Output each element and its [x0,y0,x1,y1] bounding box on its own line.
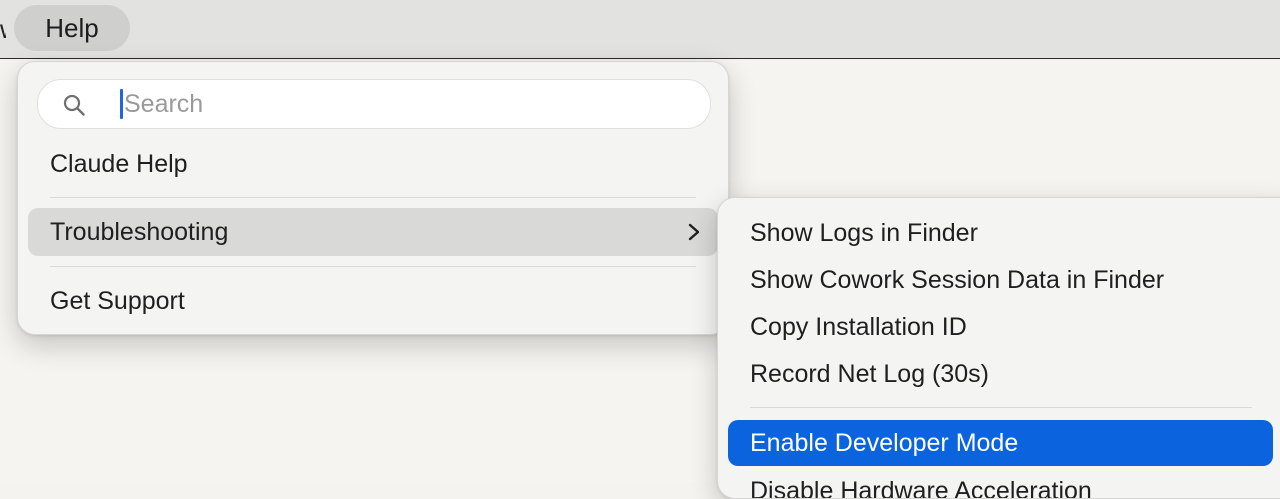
submenu-item-enable-developer-mode[interactable]: Enable Developer Mode [728,420,1273,466]
menu-bar-help[interactable]: Help [14,5,130,51]
submenu-separator [750,407,1252,408]
chevron-right-icon [684,222,704,242]
menu-item-get-support[interactable]: Get Support [28,277,718,325]
submenu-item-record-net-log[interactable]: Record Net Log (30s) [728,351,1273,397]
menu-search-input[interactable] [124,84,684,124]
menu-bar-item-partial[interactable]: w [0,14,6,45]
submenu-item-show-logs[interactable]: Show Logs in Finder [728,210,1273,256]
submenu-item-label: Enable Developer Mode [750,429,1018,458]
submenu-item-label: Record Net Log (30s) [750,360,989,389]
submenu-item-label: Disable Hardware Acceleration [750,477,1092,499]
submenu-item-disable-hardware-acceleration[interactable]: Disable Hardware Acceleration [728,468,1273,499]
search-icon [62,93,86,117]
menu-item-label: Claude Help [50,150,188,179]
menu-search-box[interactable] [37,79,711,129]
submenu-item-label: Show Cowork Session Data in Finder [750,266,1164,295]
text-caret [120,89,123,119]
menu-separator [50,197,696,198]
submenu-item-label: Copy Installation ID [750,313,967,342]
submenu-item-label: Show Logs in Finder [750,219,978,248]
menu-bar: w Help [0,0,1280,59]
submenu-item-copy-installation-id[interactable]: Copy Installation ID [728,304,1273,350]
menu-item-label: Get Support [50,287,185,316]
troubleshooting-submenu: Show Logs in Finder Show Cowork Session … [717,197,1280,499]
menu-separator [50,266,696,267]
submenu-item-show-cowork-data[interactable]: Show Cowork Session Data in Finder [728,257,1273,303]
help-menu: Claude Help Troubleshooting Get Support [17,61,729,335]
menu-item-troubleshooting[interactable]: Troubleshooting [28,208,718,256]
menu-item-label: Troubleshooting [50,218,228,247]
menu-item-claude-help[interactable]: Claude Help [28,140,718,188]
